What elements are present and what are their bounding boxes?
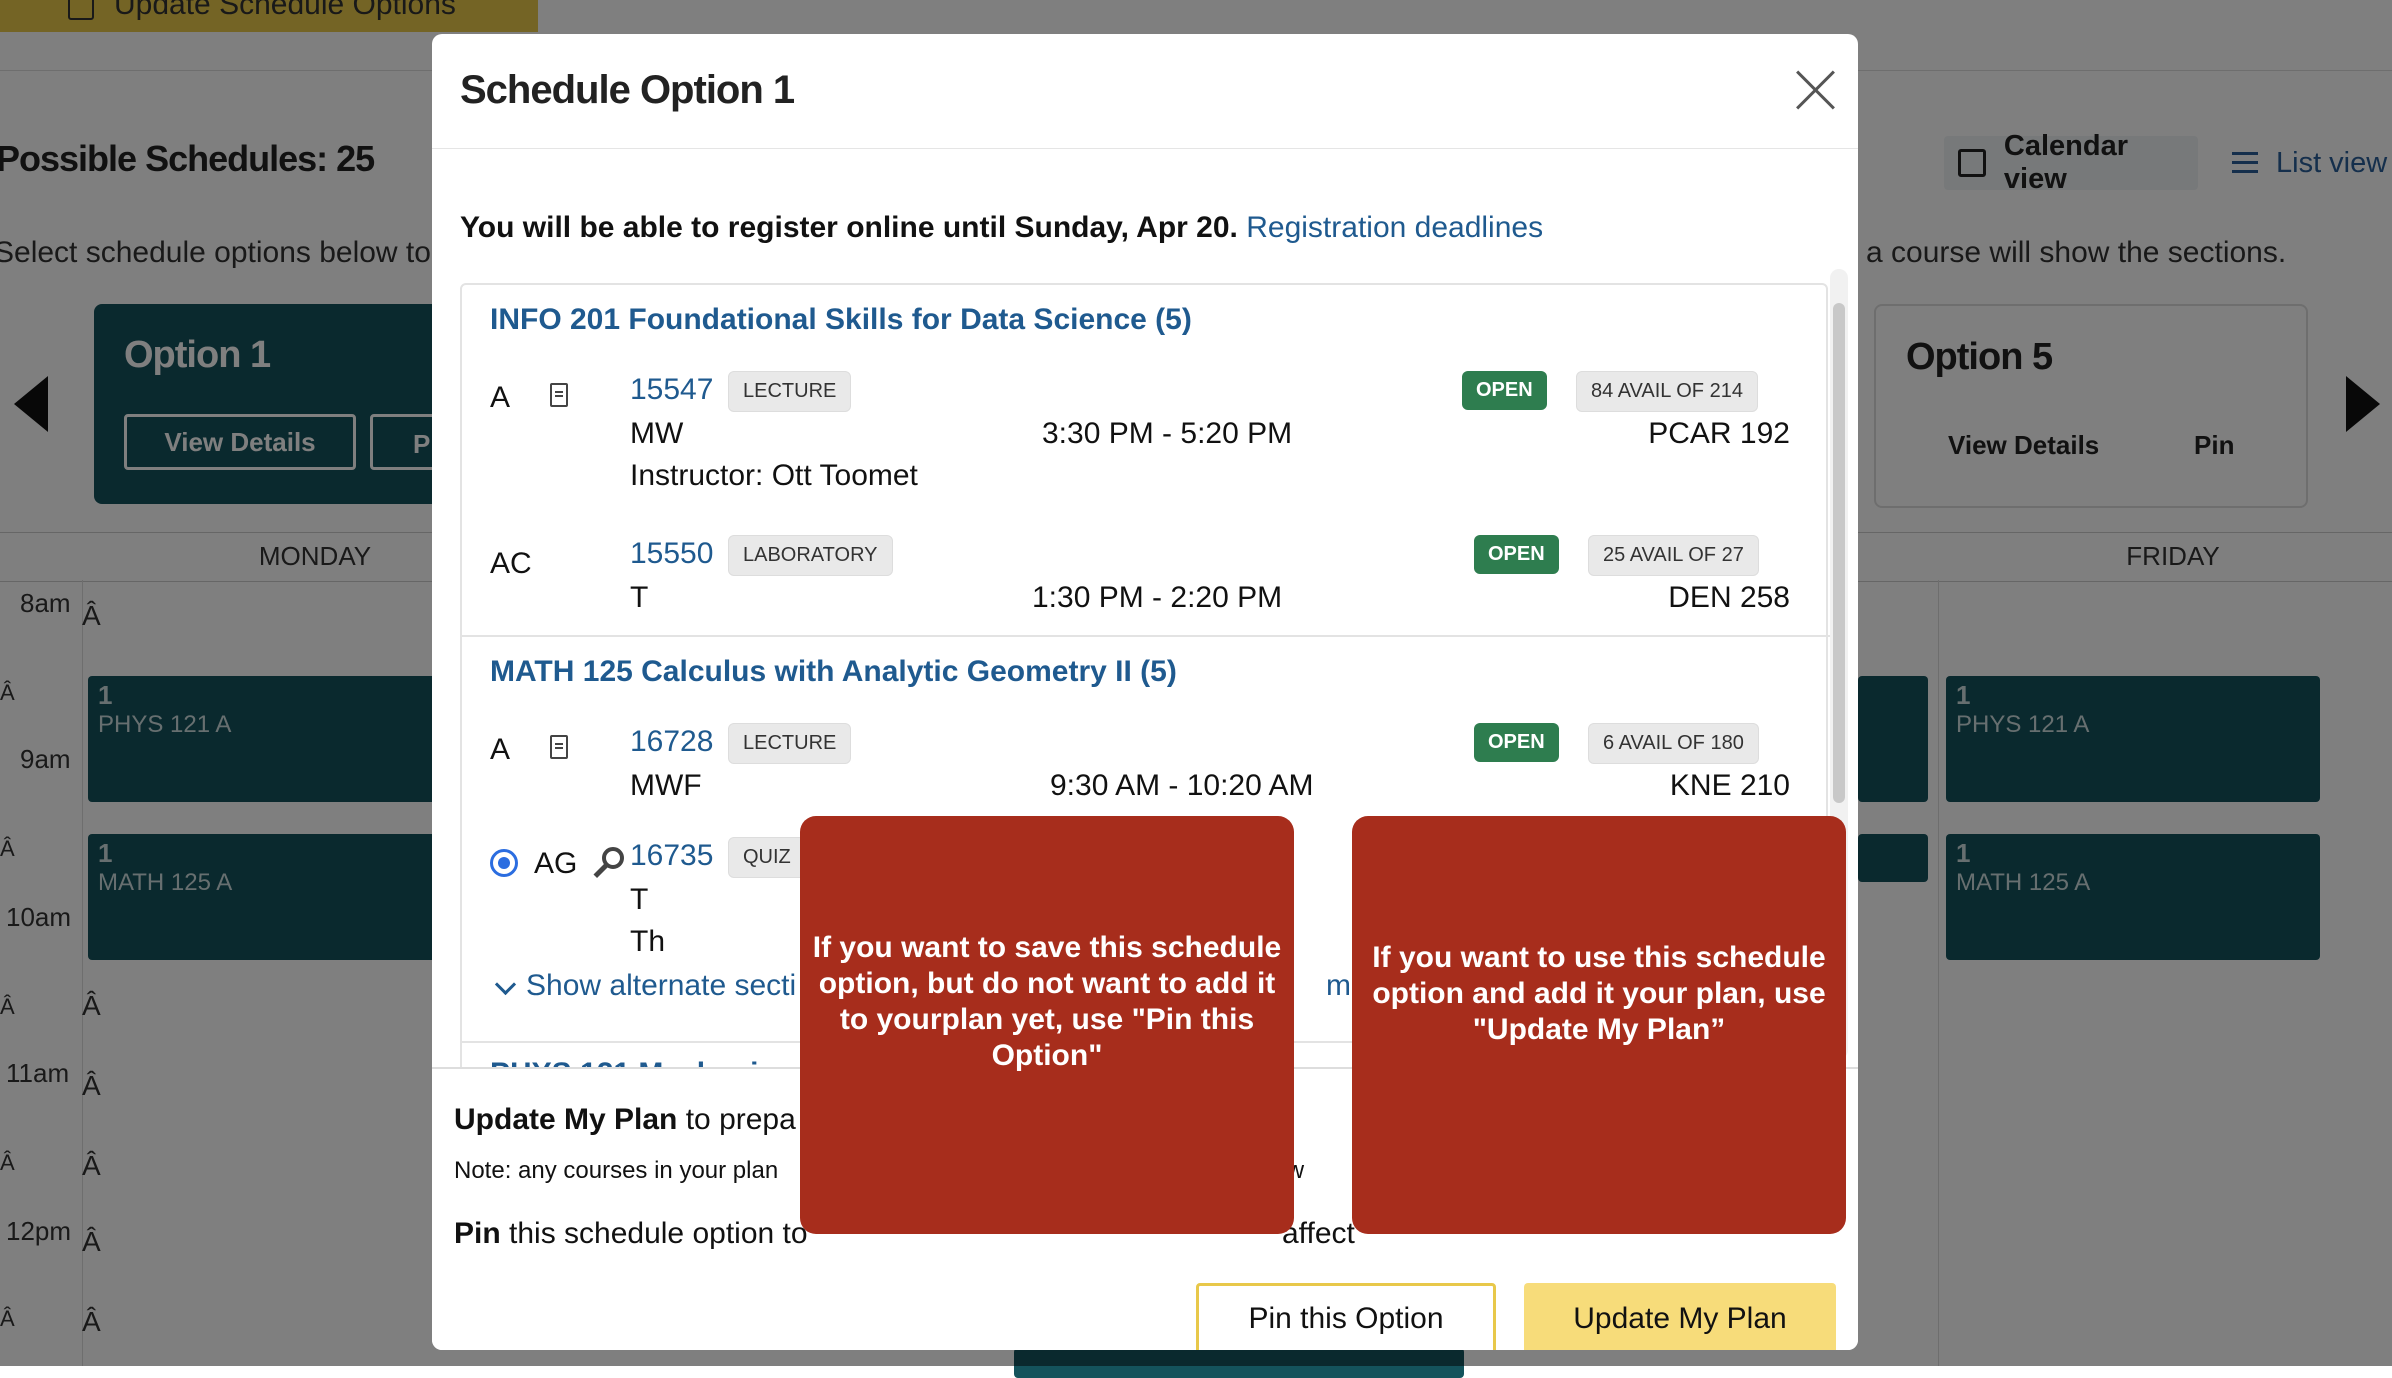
section-time: 1:30 PM - 2:20 PM: [1032, 581, 1283, 614]
section-type-tag: LECTURE: [728, 723, 852, 764]
section-instructor: Instructor: Ott Toomet: [630, 459, 918, 492]
availability-badge: 6 AVAIL OF 180: [1588, 723, 1759, 764]
section-time: 9:30 AM - 10:20 AM: [1050, 769, 1314, 802]
section-days: T: [630, 883, 649, 916]
section-room: DEN 258: [1668, 581, 1790, 614]
availability-badge: 25 AVAIL OF 27: [1588, 535, 1759, 576]
update-plan-description: Update My Plan to prepa: [454, 1103, 796, 1136]
document-icon: [550, 735, 568, 759]
update-plan-note: Note: any courses in your plan: [454, 1157, 779, 1184]
section-radio-selected[interactable]: [490, 849, 518, 877]
section-sln-link[interactable]: 15550: [630, 537, 713, 571]
section-sln-link[interactable]: 15547: [630, 373, 713, 407]
availability-badge: 84 AVAIL OF 214: [1576, 371, 1758, 412]
update-plan-callout: If you want to use this schedule option …: [1352, 816, 1846, 1234]
section-room: PCAR 192: [1648, 417, 1790, 450]
section-letter: AG: [534, 847, 578, 880]
section-room: KNE 210: [1669, 769, 1790, 802]
section-sln-link[interactable]: 16735: [630, 839, 713, 873]
section-type-tag: QUIZ: [728, 837, 806, 878]
close-icon[interactable]: [1794, 68, 1838, 112]
pin-description: Pin this schedule option to: [454, 1217, 808, 1250]
section-letter: A: [490, 733, 511, 766]
section-time: 3:30 PM - 5:20 PM: [1042, 417, 1293, 450]
course-title-phys-121[interactable]: PHYS 121 Mechanics (5: [490, 1057, 827, 1067]
course-title-math-125[interactable]: MATH 125 Calculus with Analytic Geometry…: [490, 655, 1177, 689]
document-icon: [550, 383, 568, 407]
status-badge: OPEN: [1474, 535, 1559, 574]
modal-title: Schedule Option 1: [460, 68, 795, 112]
scrollbar-thumb[interactable]: [1833, 303, 1845, 803]
pin-this-option-button[interactable]: Pin this Option: [1196, 1283, 1496, 1350]
section-days: MWF: [630, 769, 702, 802]
section-days: MW: [630, 417, 684, 450]
section-days: T: [630, 581, 649, 614]
status-badge: OPEN: [1474, 723, 1559, 762]
registration-notice: You will be able to register online unti…: [460, 211, 1544, 244]
chevron-down-icon: [494, 973, 517, 996]
course-title-info-201[interactable]: INFO 201 Foundational Skills for Data Sc…: [490, 303, 1192, 337]
key-icon: [588, 845, 624, 878]
section-letter: A: [490, 381, 511, 414]
divider: [462, 635, 1830, 637]
section-type-tag: LECTURE: [728, 371, 852, 412]
update-my-plan-button[interactable]: Update My Plan: [1524, 1283, 1836, 1350]
status-badge: OPEN: [1462, 371, 1547, 410]
pin-option-callout: If you want to save this schedule option…: [800, 816, 1294, 1234]
section-days: Th: [630, 925, 666, 958]
show-alternate-sections-link[interactable]: Show alternate secti: [526, 969, 796, 1003]
divider: [432, 148, 1858, 149]
section-type-tag: LABORATORY: [728, 535, 893, 576]
section-sln-link[interactable]: 16728: [630, 725, 713, 759]
registration-deadlines-link[interactable]: Registration deadlines: [1246, 211, 1543, 244]
section-letter: AC: [490, 547, 532, 580]
